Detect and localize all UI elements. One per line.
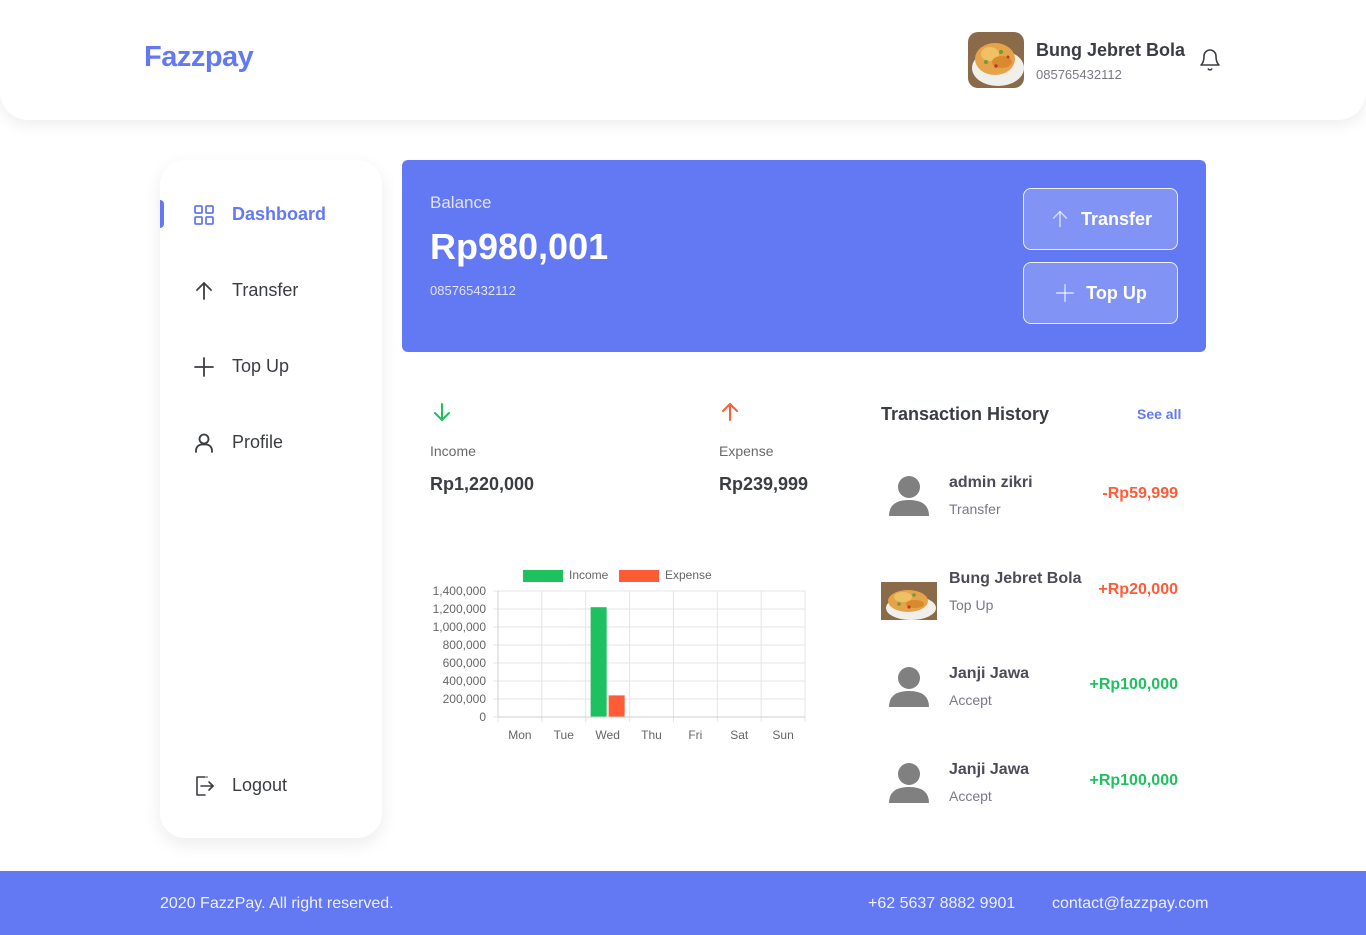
y-tick-label: 600,000: [443, 656, 487, 670]
x-tick-label: Mon: [508, 728, 531, 742]
app-logo[interactable]: Fazzpay: [144, 41, 254, 74]
income-value: Rp1,220,000: [430, 474, 535, 494]
y-tick-label: 200,000: [443, 692, 487, 706]
sidebar-item-label: Top Up: [232, 356, 290, 376]
footer: 2020 FazzPay. All right reserved. +62 56…: [0, 871, 1366, 935]
sidebar-item-profile[interactable]: Profile: [160, 428, 382, 458]
x-tick-label: Thu: [641, 728, 662, 742]
balance-card: Balance Rp980,001 085765432112 Transfer …: [402, 160, 1206, 352]
default-user-avatar-icon: [889, 763, 929, 803]
transfer-button-label: Transfer: [1080, 208, 1153, 229]
transaction-type: Top Up: [949, 597, 994, 613]
x-tick-label: Fri: [688, 728, 702, 742]
default-user-avatar-icon: [889, 667, 929, 707]
balance-phone: 085765432112: [430, 283, 516, 298]
transaction-item[interactable]: Janji Jawa Accept +Rp100,000: [881, 755, 1178, 811]
legend-swatch: [619, 570, 659, 582]
transfer-button[interactable]: Transfer: [1023, 188, 1178, 250]
transaction-name: admin zikri: [949, 474, 1033, 491]
topup-button[interactable]: Top Up: [1023, 262, 1178, 324]
transaction-type: Accept: [949, 692, 992, 708]
transaction-amount: +Rp100,000: [1089, 772, 1178, 789]
top-header: Fazzpay Bung Jebret Bola 085765432112: [0, 0, 1366, 120]
sidebar-item-label: Dashboard: [232, 204, 327, 224]
x-tick-label: Sat: [730, 728, 749, 742]
sidebar-item-dashboard[interactable]: Dashboard: [160, 200, 382, 230]
transaction-amount: +Rp100,000: [1089, 676, 1178, 693]
sidebar-item-transfer[interactable]: Transfer: [160, 276, 382, 306]
transaction-name: Janji Jawa: [949, 665, 1030, 682]
transaction-amount: +Rp20,000: [1098, 581, 1178, 598]
topup-button-label: Top Up: [1086, 282, 1147, 303]
y-tick-label: 1,400,000: [433, 584, 487, 598]
y-tick-label: 800,000: [443, 638, 487, 652]
see-all-link[interactable]: See all: [1137, 406, 1181, 422]
footer-email[interactable]: contact@fazzpay.com: [1052, 895, 1208, 913]
legend-label: Expense: [665, 568, 712, 582]
logout-icon: [196, 776, 214, 796]
expense-label: Expense: [719, 443, 774, 459]
arrow-up-icon: [196, 282, 212, 300]
logout-button[interactable]: Logout: [160, 771, 382, 801]
transaction-type: Accept: [949, 788, 992, 804]
footer-phone: +62 5637 8882 9901: [868, 895, 1016, 912]
sidebar: Dashboard Transfer Top Up Profile Logout: [160, 160, 382, 838]
grid-icon: [194, 205, 214, 225]
bell-icon[interactable]: [1198, 48, 1222, 72]
weekly-bar-chart: Income Expense 1,400,000 1,200,000 1,000,000…: [433, 568, 806, 742]
sidebar-item-topup[interactable]: Top Up: [160, 352, 382, 382]
arrow-up-icon: [722, 403, 738, 421]
y-tick-label: 1,000,000: [433, 620, 487, 634]
sidebar-item-label: Transfer: [232, 280, 299, 300]
legend-swatch: [523, 570, 563, 582]
user-name: Bung Jebret Bola: [1036, 40, 1186, 60]
y-tick-label: 1,200,000: [433, 602, 487, 616]
transaction-item[interactable]: Janji Jawa Accept +Rp100,000: [881, 659, 1178, 715]
arrow-down-icon: [434, 403, 450, 421]
y-tick-label: 400,000: [443, 674, 487, 688]
bar-income: [590, 607, 607, 717]
transaction-item[interactable]: Bung Jebret Bola Top Up +Rp20,000: [881, 564, 1178, 620]
transaction-name: Bung Jebret Bola: [949, 570, 1082, 587]
footer-copyright: 2020 FazzPay. All right reserved.: [160, 895, 394, 912]
transaction-history-title: Transaction History: [881, 404, 1050, 424]
transaction-amount: -Rp59,999: [1102, 485, 1178, 502]
logout-label: Logout: [232, 775, 288, 795]
transaction-name: Janji Jawa: [949, 761, 1030, 778]
y-tick-label: 0: [479, 710, 486, 724]
plus-icon: [1056, 283, 1075, 303]
sidebar-item-label: Profile: [232, 432, 284, 452]
expense-value: Rp239,999: [719, 474, 809, 494]
arrow-up-icon: [1052, 210, 1068, 228]
plus-icon: [194, 357, 214, 377]
bar-expense: [608, 695, 625, 717]
balance-label: Balance: [430, 193, 492, 212]
balance-value: Rp980,001: [430, 226, 609, 267]
x-tick-label: Wed: [595, 728, 619, 742]
transaction-item[interactable]: admin zikri Transfer -Rp59,999: [881, 468, 1178, 524]
default-user-avatar-icon: [889, 476, 929, 516]
food-photo-icon: [968, 32, 1024, 88]
x-tick-label: Tue: [554, 728, 575, 742]
transaction-type: Transfer: [949, 501, 1001, 517]
food-photo-icon: [881, 582, 937, 620]
user-phone: 085765432112: [1036, 67, 1122, 82]
user-icon: [195, 433, 213, 453]
x-tick-label: Sun: [772, 728, 793, 742]
legend-label: Income: [569, 568, 609, 582]
income-label: Income: [430, 443, 476, 459]
user-avatar[interactable]: [968, 32, 1024, 88]
